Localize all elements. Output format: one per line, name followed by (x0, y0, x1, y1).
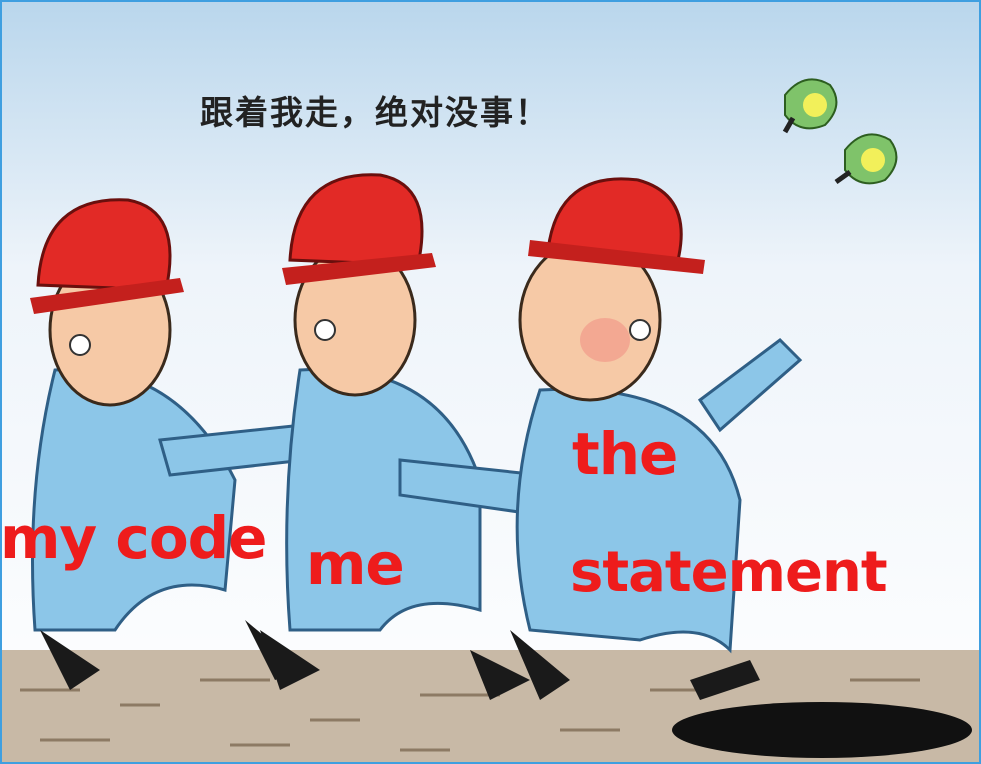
label-my-code: my code (0, 504, 268, 572)
label-me: me (306, 530, 405, 598)
label-statement: statement (570, 540, 888, 605)
manhole-icon (672, 702, 972, 758)
label-the: the (572, 420, 678, 488)
meme-image: 跟着我走，绝对没事！ my code me the statement (0, 0, 981, 764)
speech-text: 跟着我走，绝对没事！ (200, 93, 550, 132)
